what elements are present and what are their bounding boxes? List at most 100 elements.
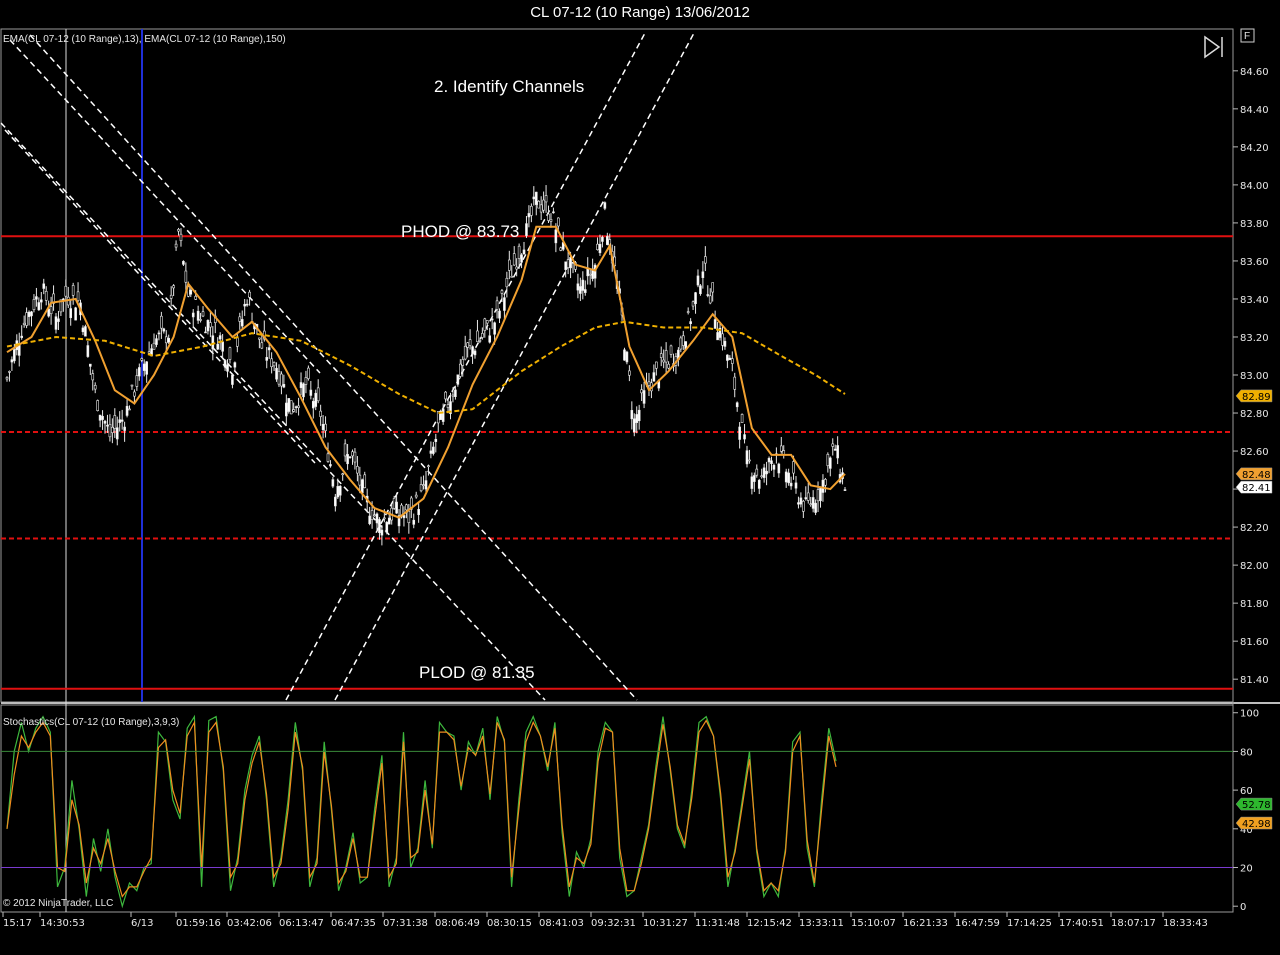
bar-body [299,382,303,389]
bar-body [640,389,643,394]
bar-body [750,476,754,489]
bar-body [539,204,543,213]
bar-body [816,489,820,502]
bar-body [581,279,585,291]
price-y-axis: 84.60 84.40 84.20 84.00 83.80 83.60 83.40 83.20… [1233,67,1269,686]
bar-body [468,339,472,346]
y-tick-label: 82.20 [1240,523,1269,534]
y-tick-label: 84.20 [1240,143,1269,154]
bar-body [557,217,560,227]
bar-body [647,381,651,386]
chart-canvas[interactable]: 84.60 84.40 84.20 84.00 83.80 83.60 83.40 83.20… [0,0,1280,955]
scroll-end-icon[interactable] [1204,35,1223,59]
bar-body [226,364,229,372]
bar-body [601,236,604,242]
bar-body [708,295,712,304]
bar-body [738,426,741,440]
bar-body [588,273,592,276]
y-tick-label: 82.60 [1240,447,1269,458]
panel-menu-label: F [1244,31,1250,42]
bar-body [216,343,220,350]
bar-body [240,319,244,327]
bar-body [711,282,714,293]
bar-body [380,529,384,536]
bar-body [576,283,580,291]
stoch-tick-label: 20 [1240,864,1253,875]
bar-body [260,342,264,349]
bar-body [843,489,847,491]
bar-body [797,502,800,505]
bar-body [285,402,288,417]
annotation-identify-channels[interactable]: 2. Identify Channels [434,77,584,96]
x-tick-label: 10:31:27 [643,918,688,929]
bar-body [655,361,658,369]
channel-line-up-1[interactable] [285,32,646,701]
bar-body [316,387,320,402]
bar-body [485,320,489,324]
annotation-phod[interactable]: PHOD @ 83.73 [401,222,519,241]
bar-body [799,497,803,505]
y-tick-label: 84.40 [1240,105,1269,116]
bar-body [103,420,107,424]
bar-body [172,285,175,289]
stoch-tick-label: 0 [1240,902,1246,913]
bar-body [659,353,663,358]
bar-body [96,400,99,411]
bar-body [128,408,131,411]
bar-body [309,389,313,396]
bar-body [510,276,514,278]
x-tick-label: 07:31:38 [383,918,428,929]
price-badge-0-text: 82.89 [1242,392,1271,403]
x-tick-label: 6/13 [131,918,153,929]
bar-body [831,443,835,447]
bar-body [86,345,90,357]
bar-body [451,394,455,397]
bar-body [223,360,227,368]
bar-body [356,466,359,474]
bar-body [716,332,719,341]
bar-body [118,419,122,423]
bar-body [348,456,352,459]
channel-line-down-3[interactable] [0,122,546,701]
time-x-axis: 15:17 14:30:53 6/13 01:59:16 03:42:06 06:13:4… [2,912,1208,929]
bar-body [723,340,727,347]
bar-body [157,332,161,335]
copyright-text: © 2012 NinjaTrader, LLC [3,898,113,909]
bar-body [527,213,531,218]
bar-body [8,371,11,373]
x-tick-label: 06:47:35 [331,918,376,929]
stoch-indicator-label: Stochastics(CL 07-12 (10 Range),3,9,3) [3,717,179,728]
bar-body [49,306,53,315]
bar-body [753,475,756,482]
horizontal-lines[interactable] [1,235,1233,690]
bar-body [787,472,790,484]
bar-body [221,341,224,352]
bar-body [419,484,423,492]
bar-body [130,384,134,387]
bar-body [64,285,68,297]
bar-body [500,290,504,294]
bar-body [314,392,318,407]
bar-body [429,450,433,454]
y-tick-label: 82.80 [1240,409,1269,420]
bar-body [564,261,567,270]
x-tick-label: 14:30:53 [40,918,85,929]
x-tick-label: 03:42:06 [227,918,272,929]
bar-body [770,460,773,465]
bar-body [231,374,234,385]
bar-body [432,446,435,454]
bar-body [706,294,710,296]
x-tick-label: 17:40:51 [1059,918,1104,929]
bar-body [120,419,124,422]
channel-line-down-2[interactable] [29,34,638,701]
x-tick-label: 06:13:47 [279,918,324,929]
bar-body [125,405,129,416]
annotation-plod[interactable]: PLOD @ 81.35 [419,663,535,682]
bar-body [642,390,646,404]
bar-body [358,474,362,486]
bar-body [346,454,349,465]
y-tick-label: 83.80 [1240,219,1269,230]
bar-body [630,410,634,420]
bar-body [341,473,344,476]
channel-line-up-2[interactable] [334,32,695,701]
